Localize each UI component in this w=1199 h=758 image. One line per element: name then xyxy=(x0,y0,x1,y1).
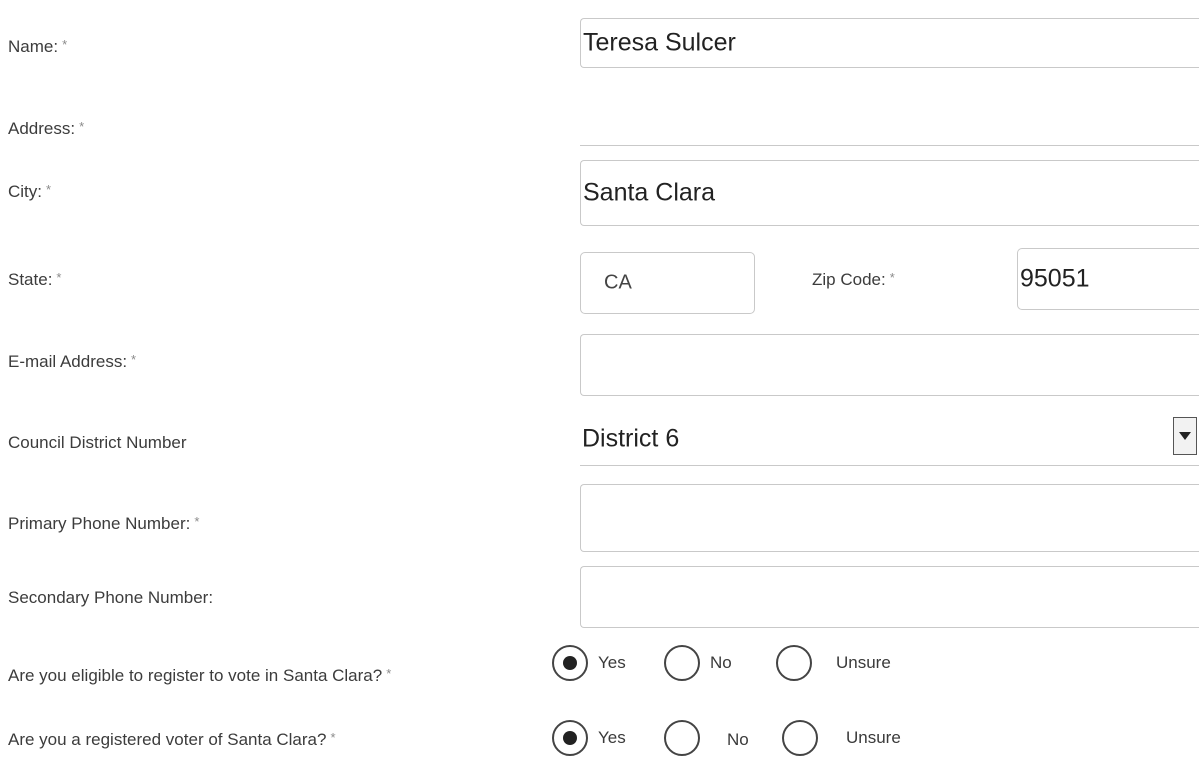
district-label-text: Council District Number xyxy=(8,433,187,452)
city-input[interactable]: Santa Clara xyxy=(580,160,1199,226)
required-marker: * xyxy=(330,730,336,745)
city-label-text: City: xyxy=(8,182,42,201)
city-value: Santa Clara xyxy=(583,178,716,207)
state-value: CA xyxy=(604,271,632,294)
required-marker: * xyxy=(194,514,200,529)
district-value: District 6 xyxy=(582,424,680,452)
required-marker: * xyxy=(56,270,62,285)
city-label: City: * xyxy=(8,182,51,202)
zip-value: 95051 xyxy=(1020,264,1090,293)
required-marker: * xyxy=(79,119,85,134)
address-label: Address: * xyxy=(8,119,84,139)
eligible-no-radio[interactable] xyxy=(664,645,700,681)
name-value: Teresa Sulcer xyxy=(583,28,736,57)
registered-question: Are you a registered voter of Santa Clar… xyxy=(8,730,336,750)
state-input[interactable]: CA xyxy=(580,252,755,314)
eligible-question-text: Are you eligible to register to vote in … xyxy=(8,666,383,685)
name-label-text: Name: xyxy=(8,37,59,56)
district-label: Council District Number xyxy=(8,433,187,453)
registered-yes-label: Yes xyxy=(598,728,626,747)
address-label-text: Address: xyxy=(8,119,76,138)
secondary-phone-label: Secondary Phone Number: xyxy=(8,588,213,608)
eligible-question: Are you eligible to register to vote in … xyxy=(8,666,391,686)
eligible-unsure-radio[interactable] xyxy=(776,645,812,681)
eligible-no-label: No xyxy=(710,653,732,672)
state-label: State: * xyxy=(8,270,61,290)
zip-input[interactable]: 95051 xyxy=(1017,248,1199,310)
secondary-phone-label-text: Secondary Phone Number: xyxy=(8,588,214,607)
name-input[interactable]: Teresa Sulcer xyxy=(580,18,1199,68)
required-marker: * xyxy=(131,352,137,367)
registered-yes-radio[interactable] xyxy=(552,720,588,756)
eligible-yes-radio[interactable] xyxy=(552,645,588,681)
registered-no-radio[interactable] xyxy=(664,720,700,756)
eligible-unsure-label: Unsure xyxy=(836,653,891,672)
chevron-down-icon[interactable] xyxy=(1173,417,1197,455)
registered-no-label: No xyxy=(727,730,749,749)
registered-question-text: Are you a registered voter of Santa Clar… xyxy=(8,730,327,749)
required-marker: * xyxy=(62,37,68,52)
primary-phone-label: Primary Phone Number: * xyxy=(8,514,199,534)
secondary-phone-input[interactable] xyxy=(580,566,1199,628)
address-input[interactable] xyxy=(580,86,1199,146)
primary-phone-input[interactable] xyxy=(580,484,1199,552)
eligible-yes-label: Yes xyxy=(598,653,626,672)
state-label-text: State: xyxy=(8,270,53,289)
email-label-text: E-mail Address: xyxy=(8,352,128,371)
registered-unsure-label: Unsure xyxy=(846,728,901,747)
zip-label-text: Zip Code: xyxy=(812,270,886,289)
required-marker: * xyxy=(46,182,52,197)
required-marker: * xyxy=(889,270,895,285)
primary-phone-label-text: Primary Phone Number: xyxy=(8,514,191,533)
district-select[interactable]: District 6 xyxy=(580,412,1199,466)
name-label: Name: * xyxy=(8,37,67,57)
required-marker: * xyxy=(386,666,392,681)
zip-label: Zip Code: * xyxy=(812,270,895,290)
email-input[interactable] xyxy=(580,334,1199,396)
registered-unsure-radio[interactable] xyxy=(782,720,818,756)
email-label: E-mail Address: * xyxy=(8,352,136,372)
